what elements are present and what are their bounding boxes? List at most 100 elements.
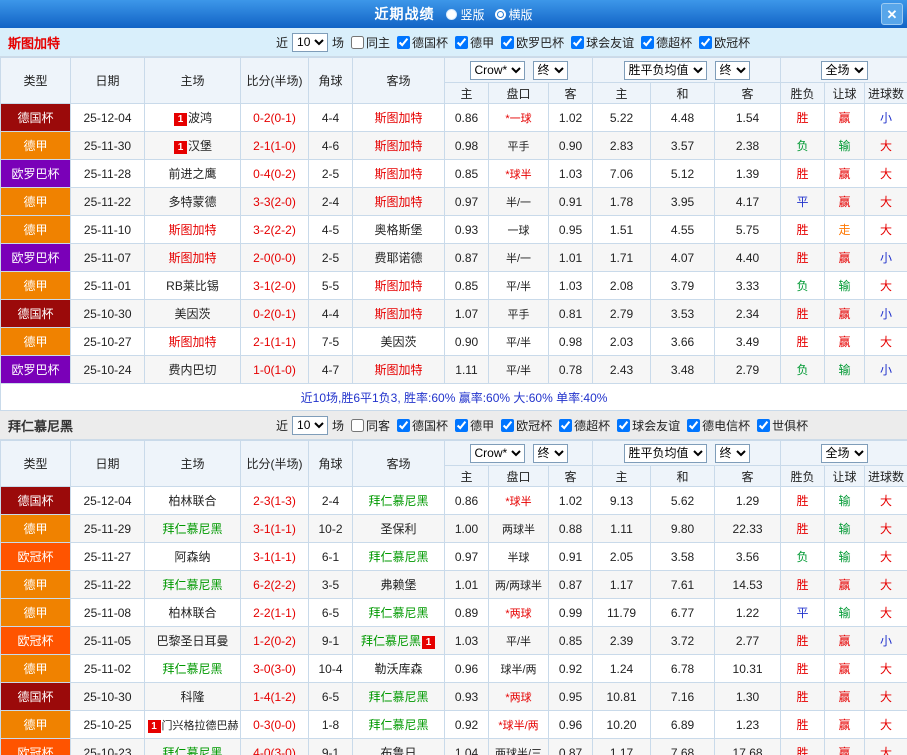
- checkbox-input[interactable]: [397, 36, 410, 49]
- goals-result-cell: 小: [865, 300, 907, 328]
- checkbox-input[interactable]: [501, 36, 514, 49]
- checkbox-input[interactable]: [641, 36, 654, 49]
- filter-checkbox-0[interactable]: 同主: [351, 34, 390, 51]
- checkbox-input[interactable]: [617, 419, 630, 432]
- red-card-badge: 1: [422, 636, 435, 649]
- handicap-cell: *两球: [489, 683, 549, 711]
- winloss-result-cell: 胜: [781, 655, 825, 683]
- match-count-select[interactable]: 10: [292, 416, 328, 435]
- winloss-result-cell: 胜: [781, 683, 825, 711]
- filter-checkbox-4[interactable]: 球会友谊: [571, 34, 634, 51]
- home-team-cell: 柏林联合: [145, 487, 241, 515]
- checkbox-input[interactable]: [397, 419, 410, 432]
- filter-checkbox-1[interactable]: 德国杯: [397, 34, 448, 51]
- asian-away-odds: 1.03: [549, 272, 593, 300]
- corner-cell: 4-4: [309, 300, 353, 328]
- near-label: 近: [276, 34, 288, 51]
- euro-away-odds: 2.38: [715, 132, 781, 160]
- filter-checkbox-7[interactable]: 世俱杯: [757, 417, 808, 434]
- sub-col-header-6: 胜负: [781, 83, 825, 104]
- euro-odds-select[interactable]: 胜平负均值: [624, 61, 707, 80]
- checkbox-input[interactable]: [455, 36, 468, 49]
- sub-col-header-0: 主: [445, 466, 489, 487]
- match-filter: 近10场同客德国杯德甲欧冠杯德超杯球会友谊德电信杯世俱杯: [276, 416, 808, 435]
- checkbox-input[interactable]: [559, 419, 572, 432]
- sub-col-header-5: 客: [715, 466, 781, 487]
- euro-draw-odds: 7.16: [651, 683, 715, 711]
- scope-select[interactable]: 全场: [821, 444, 868, 463]
- euro-away-odds: 1.22: [715, 599, 781, 627]
- team-name: 拜仁慕尼黑: [368, 550, 428, 564]
- checkbox-label: 德甲: [470, 417, 494, 434]
- euro-time-select[interactable]: 终: [715, 444, 750, 463]
- checkbox-input[interactable]: [571, 36, 584, 49]
- close-button[interactable]: ✕: [881, 3, 903, 25]
- checkbox-input[interactable]: [455, 419, 468, 432]
- euro-home-odds: 9.13: [593, 487, 651, 515]
- filter-checkbox-2[interactable]: 德甲: [455, 34, 494, 51]
- euro-home-odds: 11.79: [593, 599, 651, 627]
- away-team-cell: 拜仁慕尼黑: [353, 711, 445, 739]
- col-header-4: 角球: [309, 58, 353, 104]
- away-team-cell: 拜仁慕尼黑: [353, 599, 445, 627]
- team-name: 拜仁慕尼黑: [162, 746, 222, 755]
- filter-checkbox-5[interactable]: 球会友谊: [617, 417, 680, 434]
- bookmaker-select[interactable]: Crow*: [470, 444, 525, 463]
- filter-checkbox-6[interactable]: 欧冠杯: [699, 34, 750, 51]
- team-name: 拜仁慕尼黑: [162, 578, 222, 592]
- team-name: 拜仁慕尼黑: [368, 606, 428, 620]
- league-cell: 德国杯: [1, 683, 71, 711]
- sub-col-header-7: 让球: [825, 83, 865, 104]
- corner-cell: 2-5: [309, 244, 353, 272]
- checkbox-input[interactable]: [501, 419, 514, 432]
- euro-draw-odds: 3.53: [651, 300, 715, 328]
- checkbox-input[interactable]: [699, 36, 712, 49]
- match-count-select[interactable]: 10: [292, 33, 328, 52]
- away-team-cell: 弗赖堡: [353, 571, 445, 599]
- away-team-cell: 斯图加特: [353, 272, 445, 300]
- filter-checkbox-6[interactable]: 德电信杯: [687, 417, 750, 434]
- checkbox-input[interactable]: [687, 419, 700, 432]
- filter-checkbox-3[interactable]: 欧冠杯: [501, 417, 552, 434]
- checkbox-input[interactable]: [351, 419, 364, 432]
- goals-result-cell: 大: [865, 160, 907, 188]
- euro-home-odds: 2.43: [593, 356, 651, 384]
- asian-away-odds: 0.87: [549, 739, 593, 755]
- match-row: 欧罗巴杯25-11-07斯图加特2-0(0-0)2-5费耶诺德0.87半/一1.…: [1, 244, 907, 272]
- layout-radio-1[interactable]: 横版: [495, 6, 533, 23]
- checkbox-input[interactable]: [757, 419, 770, 432]
- checkbox-input[interactable]: [351, 36, 364, 49]
- asian-time-select[interactable]: 终: [533, 444, 568, 463]
- near-label: 近: [276, 417, 288, 434]
- sub-col-header-3: 主: [593, 83, 651, 104]
- bookmaker-select[interactable]: Crow*: [470, 61, 525, 80]
- winloss-result-cell: 胜: [781, 328, 825, 356]
- checkbox-label: 同客: [366, 417, 390, 434]
- euro-odds-select[interactable]: 胜平负均值: [624, 444, 707, 463]
- scope-select[interactable]: 全场: [821, 61, 868, 80]
- corner-cell: 2-5: [309, 160, 353, 188]
- handicap-result-cell: 赢: [825, 711, 865, 739]
- filter-checkbox-3[interactable]: 欧罗巴杯: [501, 34, 564, 51]
- asian-time-select[interactable]: 终: [533, 61, 568, 80]
- away-team-cell: 美因茨: [353, 328, 445, 356]
- filter-checkbox-2[interactable]: 德甲: [455, 417, 494, 434]
- league-cell: 德甲: [1, 272, 71, 300]
- team-name: 斯图加特: [374, 195, 422, 209]
- radio-label: 竖版: [460, 6, 484, 23]
- league-cell: 欧冠杯: [1, 543, 71, 571]
- euro-time-select[interactable]: 终: [715, 61, 750, 80]
- layout-radio-0[interactable]: 竖版: [446, 6, 484, 23]
- filter-checkbox-0[interactable]: 同客: [351, 417, 390, 434]
- score-cell: 2-2(1-1): [241, 599, 309, 627]
- away-team-cell: 圣保利: [353, 515, 445, 543]
- handicap-cell: 平/半: [489, 356, 549, 384]
- score-cell: 3-1(2-0): [241, 272, 309, 300]
- filter-checkbox-4[interactable]: 德超杯: [559, 417, 610, 434]
- score-cell: 4-0(3-0): [241, 739, 309, 755]
- euro-away-odds: 1.23: [715, 711, 781, 739]
- filter-checkbox-1[interactable]: 德国杯: [397, 417, 448, 434]
- match-row: 德国杯25-10-30科隆1-4(1-2)6-5拜仁慕尼黑0.93*两球0.95…: [1, 683, 907, 711]
- filter-checkbox-5[interactable]: 德超杯: [641, 34, 692, 51]
- team-section-bar: 拜仁慕尼黑近10场同客德国杯德甲欧冠杯德超杯球会友谊德电信杯世俱杯: [0, 411, 907, 440]
